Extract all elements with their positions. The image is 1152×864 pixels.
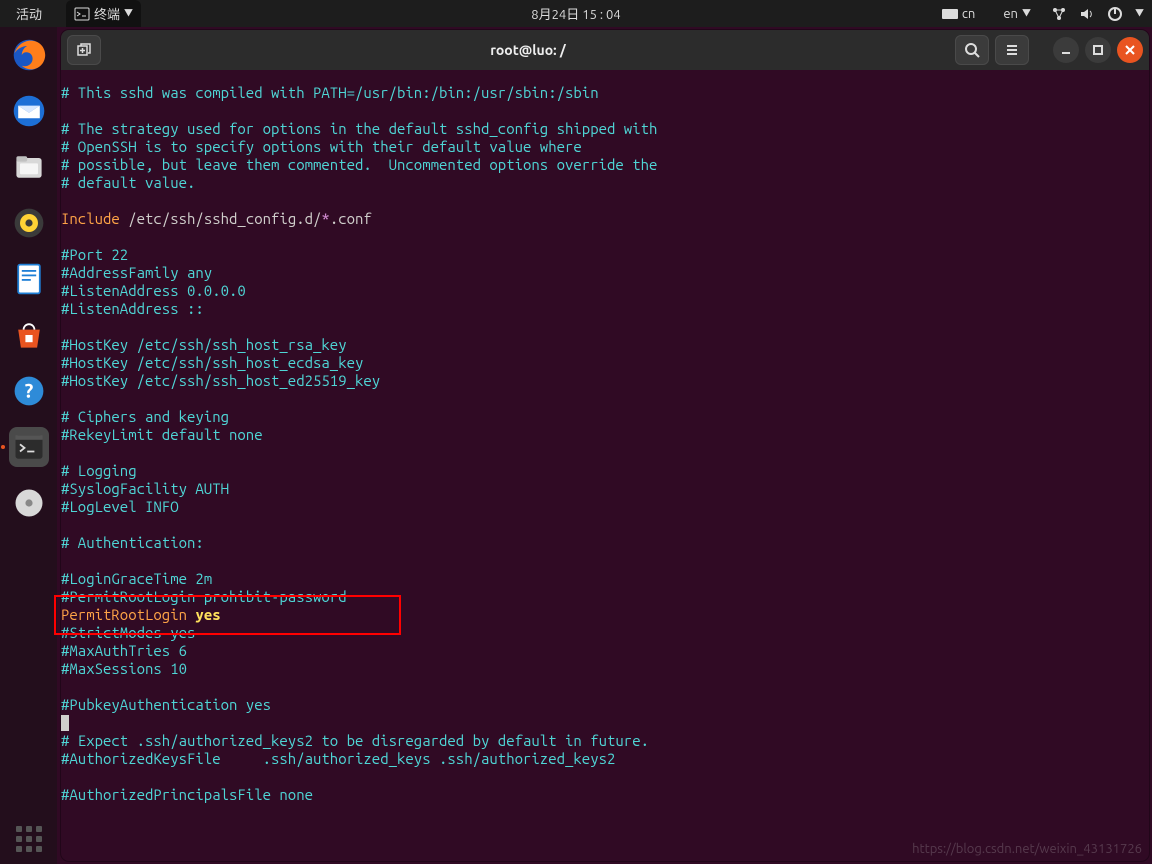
dock-files[interactable] — [9, 147, 49, 187]
dock-software[interactable] — [9, 315, 49, 355]
dock-rhythmbox[interactable] — [9, 203, 49, 243]
app-menu[interactable]: 终端 ▼ — [66, 0, 141, 27]
maximize-button[interactable] — [1085, 37, 1111, 63]
menu-button[interactable] — [995, 35, 1029, 65]
dock-office[interactable] — [9, 259, 49, 299]
keyboard-icon — [942, 6, 958, 22]
input-en-label: en — [1003, 7, 1018, 21]
chevron-down-icon: ▼ — [1135, 9, 1144, 18]
input-source-cn[interactable]: cn — [934, 2, 983, 26]
volume-icon[interactable] — [1079, 6, 1095, 22]
dock: ? — [0, 27, 57, 864]
network-icon[interactable] — [1051, 6, 1067, 22]
dock-firefox[interactable] — [9, 35, 49, 75]
minimize-button[interactable] — [1053, 37, 1079, 63]
dock-thunderbird[interactable] — [9, 91, 49, 131]
dock-help[interactable]: ? — [9, 371, 49, 411]
show-applications[interactable] — [0, 814, 57, 864]
terminal-window: root@luo: / # This sshd was compiled wit… — [61, 30, 1149, 861]
window-title: root@luo: / — [107, 42, 949, 58]
app-menu-label: 终端 — [94, 4, 120, 23]
svg-text:?: ? — [24, 379, 33, 401]
titlebar: root@luo: / — [61, 30, 1149, 70]
watermark: https://blog.csdn.net/weixin_43131726 — [912, 842, 1142, 856]
dock-terminal[interactable] — [9, 427, 49, 467]
input-cn-label: cn — [962, 7, 975, 21]
dock-disc[interactable] — [9, 483, 49, 523]
close-button[interactable] — [1117, 37, 1143, 63]
chevron-down-icon: ▼ — [1022, 9, 1031, 18]
activities-button[interactable]: 活动 — [8, 0, 50, 27]
terminal-icon — [74, 6, 90, 22]
clock[interactable]: 8月24日 15 : 04 — [531, 4, 620, 23]
top-panel: 活动 终端 ▼ 8月24日 15 : 04 cn en ▼ ▼ — [0, 0, 1152, 27]
new-tab-button[interactable] — [67, 35, 101, 65]
terminal-content[interactable]: # This sshd was compiled with PATH=/usr/… — [61, 70, 1149, 861]
input-source-en[interactable]: en ▼ — [995, 3, 1039, 25]
power-icon[interactable] — [1107, 6, 1123, 22]
search-button[interactable] — [955, 35, 989, 65]
chevron-down-icon: ▼ — [124, 9, 133, 18]
